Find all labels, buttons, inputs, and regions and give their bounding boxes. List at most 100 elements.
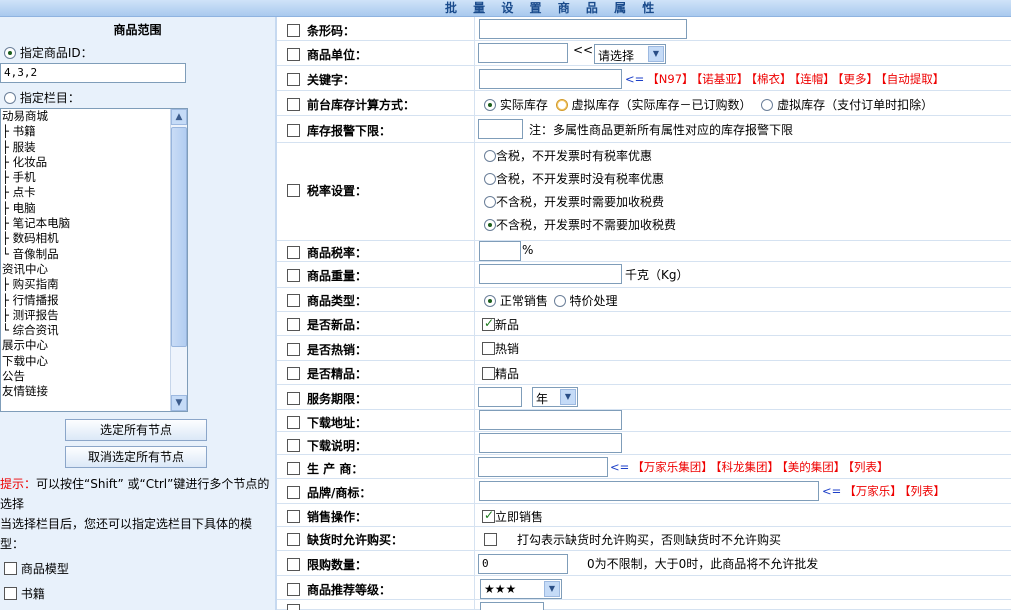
keyword-link[interactable]: 【N97】: [647, 72, 693, 86]
tax-option[interactable]: 不含税，开发票时不需要加收税费: [484, 216, 676, 233]
radio-virtual-stock-pay[interactable]: [761, 99, 774, 111]
tree-node[interactable]: ├ 测评报告: [1, 308, 187, 323]
radio-ids[interactable]: [4, 47, 16, 59]
is-best-checkbox[interactable]: [287, 367, 300, 380]
brand-input[interactable]: [479, 481, 819, 501]
tree-node[interactable]: 公告: [1, 369, 187, 384]
limit-input[interactable]: 0: [478, 554, 568, 574]
producer-link[interactable]: 【科龙集团】: [716, 460, 779, 474]
download-url-checkbox[interactable]: [287, 416, 300, 429]
recommend-checkbox[interactable]: [287, 583, 300, 596]
service-select[interactable]: 年 ▼: [532, 387, 578, 407]
tree-node[interactable]: ├ 笔记本电脑: [1, 216, 187, 231]
tree-node[interactable]: ├ 行情播报: [1, 293, 187, 308]
sale-op-checkbox[interactable]: [287, 510, 300, 523]
tax-checkbox[interactable]: [287, 184, 300, 197]
brand-link[interactable]: 【列表】: [905, 484, 945, 498]
tree-node[interactable]: ├ 购买指南: [1, 277, 187, 292]
tax-option[interactable]: 含税，不开发票时有税率优惠: [484, 147, 652, 164]
scroll-up-icon[interactable]: ▲: [171, 109, 187, 125]
tree-node[interactable]: ├ 数码相机: [1, 231, 187, 246]
radio-columns[interactable]: [4, 92, 16, 104]
cutoff-input[interactable]: [480, 602, 544, 610]
oos-buy-checkbox[interactable]: [287, 533, 300, 546]
model-checkbox[interactable]: [4, 587, 17, 600]
producer-checkbox[interactable]: [287, 462, 300, 475]
barcode-input[interactable]: [479, 19, 687, 39]
oos-buy-option[interactable]: 打勾表示缺货时允许购买，否则缺货时不允许购买: [484, 531, 781, 548]
unit-input[interactable]: [478, 43, 568, 63]
ids-input[interactable]: 4,3,2: [0, 63, 186, 83]
service-input[interactable]: [478, 387, 522, 407]
limit-checkbox[interactable]: [287, 558, 300, 571]
tree-node[interactable]: 下载中心: [1, 354, 187, 369]
scroll-down-icon[interactable]: ▼: [171, 395, 187, 411]
brand-link[interactable]: 【万家乐】: [844, 484, 902, 498]
option-columns[interactable]: 指定栏目：: [4, 89, 80, 106]
oos-allow-checkbox[interactable]: [484, 533, 497, 546]
is-best-option[interactable]: 精品: [482, 365, 519, 382]
tree-node[interactable]: ├ 书籍: [1, 124, 187, 139]
keyword-link[interactable]: 【诺基亚】: [697, 72, 749, 86]
keyword-link[interactable]: 【棉衣】: [751, 72, 791, 86]
tree-node[interactable]: └ 综合资讯: [1, 323, 187, 338]
model-item[interactable]: 书籍: [4, 585, 45, 602]
radio-tax-4[interactable]: [484, 219, 496, 231]
tree-node[interactable]: └ 音像制品: [1, 247, 187, 262]
keyword-link[interactable]: 【更多】: [838, 72, 878, 86]
unit-checkbox[interactable]: [287, 48, 300, 61]
producer-link[interactable]: 【列表】: [848, 460, 888, 474]
unit-select[interactable]: 请选择 ▼: [594, 44, 666, 64]
select-all-button[interactable]: 选定所有节点: [65, 419, 207, 441]
new-checkbox[interactable]: [482, 316, 495, 331]
cutoff-checkbox[interactable]: [287, 604, 300, 610]
unit-arrow[interactable]: <<: [573, 43, 593, 57]
radio-virtual-stock[interactable]: [555, 99, 568, 111]
tree-scrollbar[interactable]: ▲ ▼: [170, 109, 187, 411]
download-url-input[interactable]: [479, 410, 622, 430]
tax-option[interactable]: 含税，不开发票时没有税率优惠: [484, 170, 664, 187]
stock-alarm-input[interactable]: [478, 119, 523, 139]
keyword-input[interactable]: [479, 69, 622, 89]
weight-input[interactable]: [479, 264, 622, 284]
sale-op-option[interactable]: 立即销售: [482, 508, 543, 525]
keyword-checkbox[interactable]: [287, 73, 300, 86]
download-desc-checkbox[interactable]: [287, 439, 300, 452]
tree-node[interactable]: ├ 点卡: [1, 185, 187, 200]
tree-node[interactable]: ├ 电脑: [1, 201, 187, 216]
brand-checkbox[interactable]: [287, 486, 300, 499]
radio-special-sale[interactable]: [553, 295, 566, 307]
tree-node[interactable]: 展示中心: [1, 338, 187, 353]
is-hot-checkbox[interactable]: [287, 343, 300, 356]
producer-link[interactable]: 【美的集团】: [782, 460, 845, 474]
scroll-thumb[interactable]: [171, 127, 187, 347]
radio-tax-1[interactable]: [484, 150, 496, 162]
is-new-checkbox[interactable]: [287, 318, 300, 331]
sale-now-checkbox[interactable]: [482, 508, 495, 523]
tax-rate-checkbox[interactable]: [287, 246, 300, 259]
hot-checkbox[interactable]: [482, 342, 495, 355]
model-checkbox[interactable]: [4, 562, 17, 575]
is-hot-option[interactable]: 热销: [482, 340, 519, 357]
tree-node[interactable]: ├ 手机: [1, 170, 187, 185]
recommend-select[interactable]: ★★★ ▼: [480, 579, 562, 599]
stock-alarm-checkbox[interactable]: [287, 124, 300, 137]
weight-checkbox[interactable]: [287, 269, 300, 282]
best-checkbox[interactable]: [482, 367, 495, 380]
producer-input[interactable]: [478, 457, 608, 477]
radio-normal-sale[interactable]: [484, 295, 496, 307]
option-ids[interactable]: 指定商品ID：: [4, 44, 93, 61]
radio-tax-3[interactable]: [484, 196, 496, 208]
producer-link[interactable]: 【万家乐集团】: [632, 460, 713, 474]
column-tree[interactable]: 动易商城 ├ 书籍 ├ 服装 ├ 化妆品 ├ 手机 ├ 点卡 ├ 电脑 ├ 笔记本电脑 ├ 数码…: [0, 108, 188, 412]
keyword-link[interactable]: 【自动提取】: [881, 72, 944, 86]
radio-tax-2[interactable]: [484, 173, 496, 185]
deselect-all-button[interactable]: 取消选定所有节点: [65, 446, 207, 468]
tree-node[interactable]: 友情链接: [1, 384, 187, 399]
model-item[interactable]: 商品模型: [4, 560, 69, 577]
tree-node[interactable]: 资讯中心: [1, 262, 187, 277]
tax-rate-input[interactable]: [479, 241, 521, 261]
stock-calc-checkbox[interactable]: [287, 98, 300, 111]
tree-node[interactable]: 动易商城: [1, 109, 187, 124]
tree-node[interactable]: ├ 服装: [1, 140, 187, 155]
